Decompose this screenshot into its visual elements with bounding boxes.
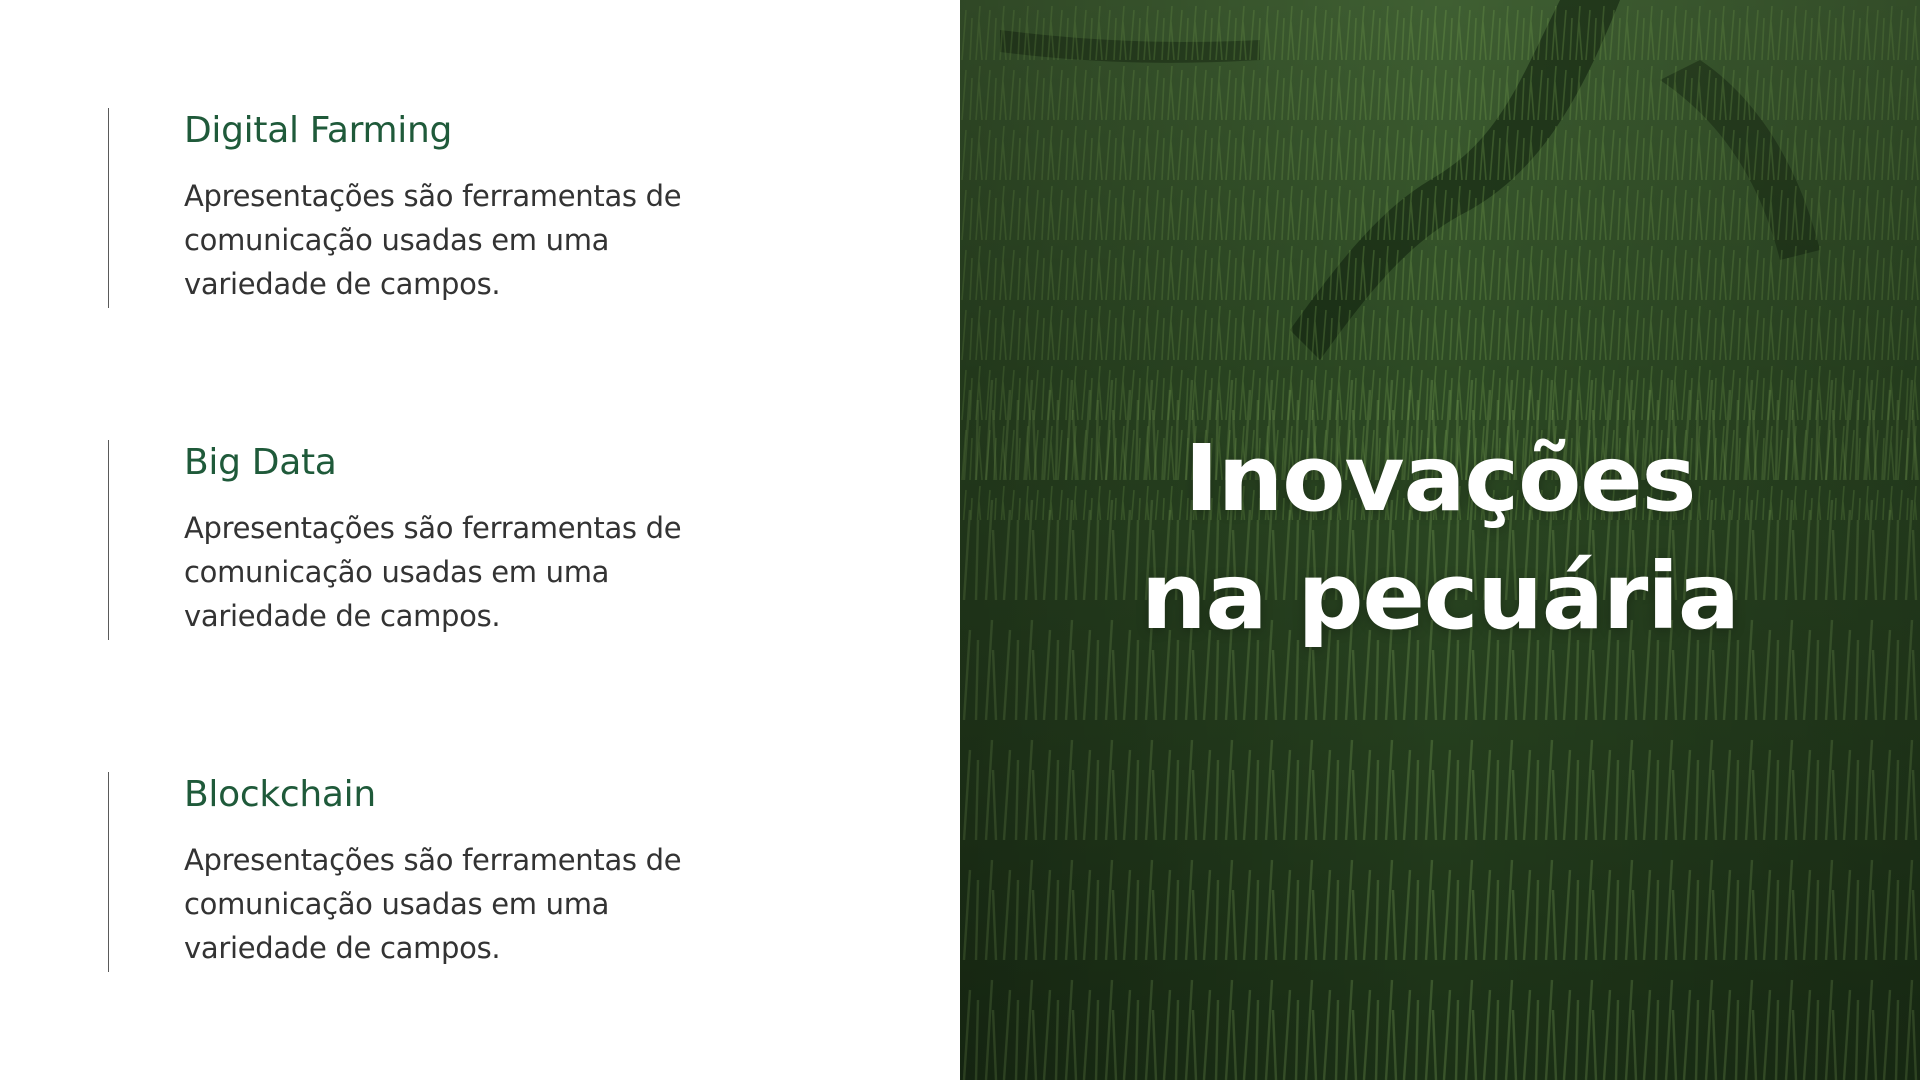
features-panel: Digital Farming Apresentações são ferram… [0, 0, 960, 1080]
hero-title: Inovações na pecuária [960, 420, 1920, 656]
feature-description: Apresentações são ferramentas de comunic… [184, 843, 682, 965]
hero-panel: Inovações na pecuária [960, 0, 1920, 1080]
feature-digital-farming: Digital Farming Apresentações são ferram… [108, 108, 748, 308]
feature-title: Digital Farming [184, 110, 453, 151]
feature-blockchain: Blockchain Apresentações são ferramentas… [108, 772, 748, 972]
feature-description: Apresentações são ferramentas de comunic… [184, 511, 682, 633]
feature-big-data: Big Data Apresentações são ferramentas d… [108, 440, 748, 640]
hero-title-line-1: Inovações [1184, 425, 1697, 532]
feature-title: Big Data [184, 442, 337, 483]
feature-title: Blockchain [184, 774, 376, 815]
slide: Digital Farming Apresentações são ferram… [0, 0, 1920, 1080]
hero-title-line-2: na pecuária [1141, 543, 1740, 650]
feature-description: Apresentações são ferramentas de comunic… [184, 179, 682, 301]
